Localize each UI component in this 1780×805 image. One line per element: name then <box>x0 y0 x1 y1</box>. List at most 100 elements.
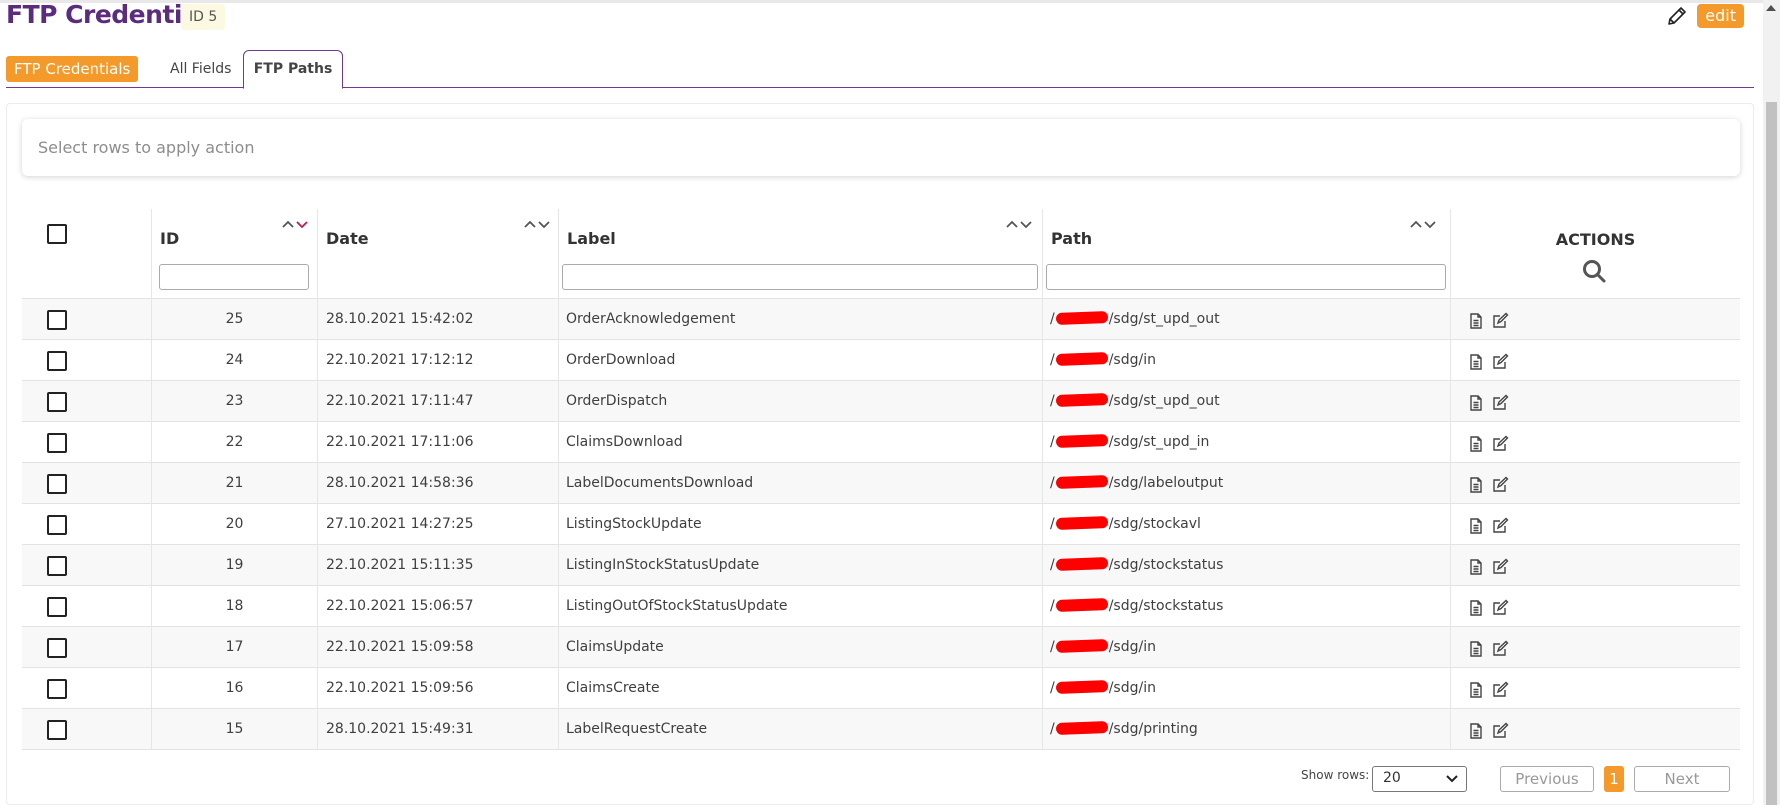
row-action-icons <box>1467 353 1509 371</box>
cell-id-text: 22 <box>225 434 244 450</box>
vertical-scrollbar[interactable] <box>1763 0 1780 805</box>
redaction-mark <box>1055 516 1108 530</box>
edit-square-icon[interactable] <box>1491 558 1509 576</box>
document-icon[interactable] <box>1467 476 1485 494</box>
edit-square-icon[interactable] <box>1491 353 1509 371</box>
cell-path: / /sdg/in <box>1042 668 1450 709</box>
cell-label: ClaimsUpdate <box>558 627 1042 668</box>
row-checkbox[interactable] <box>47 556 67 576</box>
page-1-button[interactable]: 1 <box>1604 766 1624 792</box>
row-action-icons <box>1467 599 1509 617</box>
edit-area: edit <box>1665 4 1744 28</box>
tab-ftp-paths[interactable]: FTP Paths <box>243 50 343 89</box>
cell-id: 16 <box>151 668 317 709</box>
row-checkbox[interactable] <box>47 720 67 740</box>
cell-actions <box>1450 545 1740 586</box>
id-badge: ID 5 <box>181 4 226 30</box>
redaction-mark <box>1055 475 1108 489</box>
cell-label-text: ListingStockUpdate <box>566 516 702 532</box>
chevron-down-icon <box>1446 775 1458 783</box>
edit-square-icon[interactable] <box>1491 476 1509 494</box>
edit-square-icon[interactable] <box>1491 640 1509 658</box>
cell-path: / /sdg/stockstatus <box>1042 545 1450 586</box>
cell-actions <box>1450 381 1740 422</box>
sort-arrows-icon[interactable] <box>280 217 310 231</box>
row-checkbox[interactable] <box>47 392 67 412</box>
cell-id: 25 <box>151 299 317 340</box>
cell-label-text: LabelDocumentsDownload <box>566 475 754 491</box>
cell-date: 27.10.2021 14:27:25 <box>317 504 558 545</box>
row-checkbox[interactable] <box>47 679 67 699</box>
bulk-action-select[interactable]: Select rows to apply action <box>22 119 1740 176</box>
previous-page-button[interactable]: Previous <box>1500 766 1594 792</box>
cell-label: ClaimsCreate <box>558 668 1042 709</box>
row-action-icons <box>1467 476 1509 494</box>
top-border <box>0 0 1780 3</box>
select-all-checkbox[interactable] <box>47 224 67 244</box>
header-id-label: ID <box>160 229 180 248</box>
row-checkbox[interactable] <box>47 474 67 494</box>
cell-actions <box>1450 504 1740 545</box>
cell-label: ClaimsDownload <box>558 422 1042 463</box>
cell-path-prefix: / <box>1050 721 1055 737</box>
row-checkbox[interactable] <box>47 310 67 330</box>
scroll-up-arrow[interactable] <box>1766 5 1776 11</box>
pencil-icon[interactable] <box>1665 4 1689 28</box>
row-checkbox[interactable] <box>47 351 67 371</box>
sort-arrows-icon[interactable] <box>1004 217 1034 231</box>
edit-square-icon[interactable] <box>1491 599 1509 617</box>
cell-path-suffix: /sdg/st_upd_out <box>1108 311 1220 327</box>
document-icon[interactable] <box>1467 312 1485 330</box>
table-row: 25 28.10.2021 15:42:02 OrderAcknowledgemen… <box>22 299 1740 340</box>
redaction-mark <box>1055 598 1108 612</box>
filter-label-input[interactable] <box>562 264 1038 290</box>
sort-arrows-icon[interactable] <box>522 217 552 231</box>
document-icon[interactable] <box>1467 558 1485 576</box>
edit-button[interactable]: edit <box>1697 4 1744 28</box>
header-select-cell <box>22 209 151 299</box>
document-icon[interactable] <box>1467 353 1485 371</box>
header-label: Label <box>558 209 1042 299</box>
row-checkbox[interactable] <box>47 597 67 617</box>
document-icon[interactable] <box>1467 599 1485 617</box>
cell-label-text: OrderDispatch <box>566 393 668 409</box>
cell-path-prefix: / <box>1050 475 1055 491</box>
row-checkbox[interactable] <box>47 515 67 535</box>
cell-path-suffix: /sdg/in <box>1108 639 1156 655</box>
document-icon[interactable] <box>1467 394 1485 412</box>
cell-id: 21 <box>151 463 317 504</box>
document-icon[interactable] <box>1467 640 1485 658</box>
row-checkbox[interactable] <box>47 638 67 658</box>
next-page-button[interactable]: Next <box>1634 766 1730 792</box>
edit-square-icon[interactable] <box>1491 722 1509 740</box>
cell-date-text: 22.10.2021 15:06:57 <box>326 598 474 614</box>
edit-square-icon[interactable] <box>1491 312 1509 330</box>
table-row: 18 22.10.2021 15:06:57 ListingOutOfStockSt… <box>22 586 1740 627</box>
search-icon[interactable] <box>1581 258 1607 284</box>
document-icon[interactable] <box>1467 722 1485 740</box>
cell-label-text: ClaimsUpdate <box>566 639 664 655</box>
edit-square-icon[interactable] <box>1491 517 1509 535</box>
table-row: 17 22.10.2021 15:09:58 ClaimsUpdate / /sdg/i… <box>22 627 1740 668</box>
cell-path-prefix: / <box>1050 680 1055 696</box>
filter-path-input[interactable] <box>1046 264 1446 290</box>
row-checkbox[interactable] <box>47 433 67 453</box>
edit-square-icon[interactable] <box>1491 681 1509 699</box>
tab-ftp-credentials[interactable]: FTP Credentials <box>6 56 139 82</box>
rows-per-page-select[interactable]: 20 <box>1372 766 1467 792</box>
tab-all-fields[interactable]: All Fields <box>170 61 231 77</box>
cell-label: LabelDocumentsDownload <box>558 463 1042 504</box>
cell-date-text: 27.10.2021 14:27:25 <box>326 516 474 532</box>
document-icon[interactable] <box>1467 681 1485 699</box>
document-icon[interactable] <box>1467 435 1485 453</box>
filter-id-input[interactable] <box>159 264 309 290</box>
edit-square-icon[interactable] <box>1491 435 1509 453</box>
edit-square-icon[interactable] <box>1491 394 1509 412</box>
document-icon[interactable] <box>1467 517 1485 535</box>
table-row: 23 22.10.2021 17:11:47 OrderDispatch / /sdg/… <box>22 381 1740 422</box>
cell-label: OrderDownload <box>558 340 1042 381</box>
scroll-thumb[interactable] <box>1766 102 1777 805</box>
row-select-cell <box>22 586 151 627</box>
cell-path-prefix: / <box>1050 393 1055 409</box>
sort-arrows-icon[interactable] <box>1408 217 1438 231</box>
